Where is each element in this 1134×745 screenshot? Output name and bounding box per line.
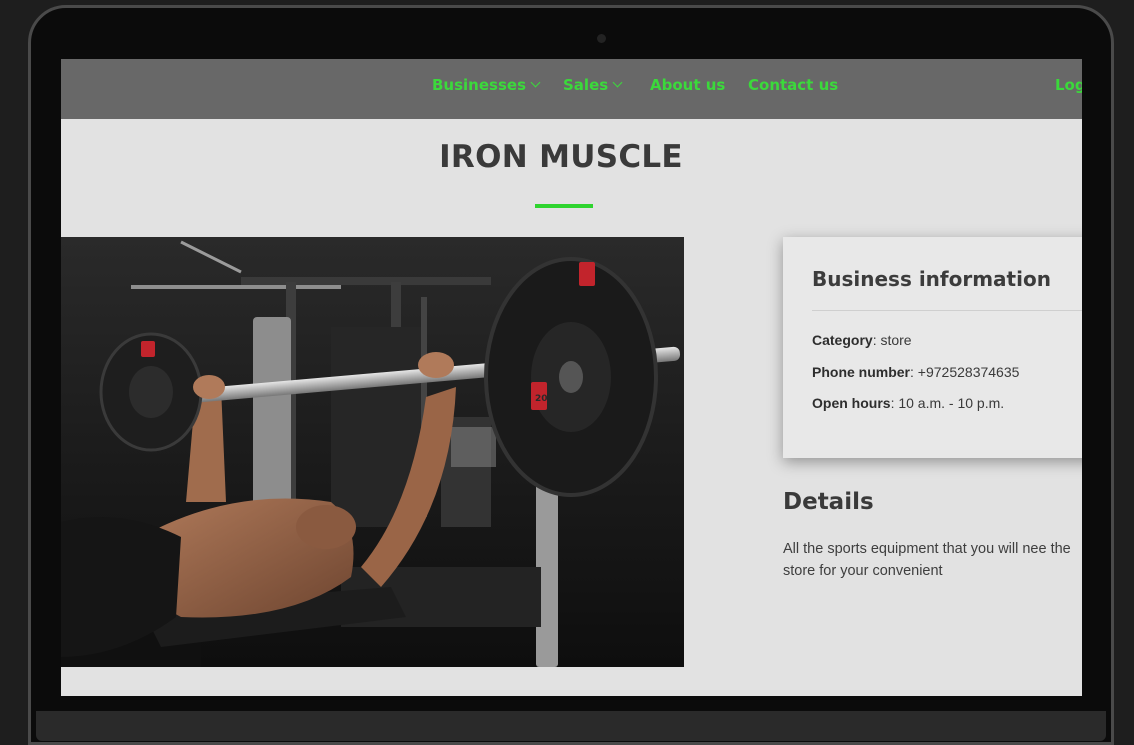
hours-row: Open hours: 10 a.m. - 10 p.m. (812, 395, 1005, 411)
details-heading: Details (783, 489, 874, 515)
phone-value: +972528374635 (917, 364, 1020, 380)
laptop-bottom-bezel (36, 711, 1106, 741)
divider (812, 310, 1082, 311)
business-info-card: Business information Category: store Pho… (783, 237, 1082, 458)
nav-sales-label: Sales (563, 76, 609, 94)
chevron-down-icon (612, 77, 623, 88)
hours-label: Open hours (812, 395, 891, 411)
category-row: Category: store (812, 332, 912, 348)
nav-about-us-label: About us (650, 76, 726, 94)
page-title: IRON MUSCLE (439, 139, 683, 175)
top-navbar: Businesses Sales About us Contact us Log (61, 59, 1082, 119)
gym-bench-press-image: 20 (61, 237, 684, 667)
nav-contact-us-label: Contact us (748, 76, 839, 94)
nav-businesses[interactable]: Businesses (432, 76, 541, 94)
chevron-down-icon (530, 77, 541, 88)
business-info-heading: Business information (812, 267, 1051, 291)
weight-plate-label: 20 (535, 394, 548, 404)
nav-login-label: Log (1055, 76, 1082, 94)
details-text: All the sports equipment that you will n… (783, 541, 1071, 579)
business-photo: 20 (61, 237, 684, 667)
nav-businesses-label: Businesses (432, 76, 526, 94)
nav-about-us[interactable]: About us (650, 76, 725, 94)
title-underline (535, 204, 593, 208)
hours-value: 10 a.m. - 10 p.m. (898, 395, 1005, 411)
phone-row: Phone number: +972528374635 (812, 364, 1020, 380)
nav-sales[interactable]: Sales (563, 76, 623, 94)
nav-login[interactable]: Log (1055, 76, 1082, 94)
category-label: Category (812, 332, 873, 348)
webcam (597, 34, 606, 43)
website-screen: Businesses Sales About us Contact us Log… (61, 59, 1082, 696)
category-value: store (880, 332, 912, 348)
nav-contact-us[interactable]: Contact us (748, 76, 838, 94)
phone-label: Phone number (812, 364, 911, 380)
